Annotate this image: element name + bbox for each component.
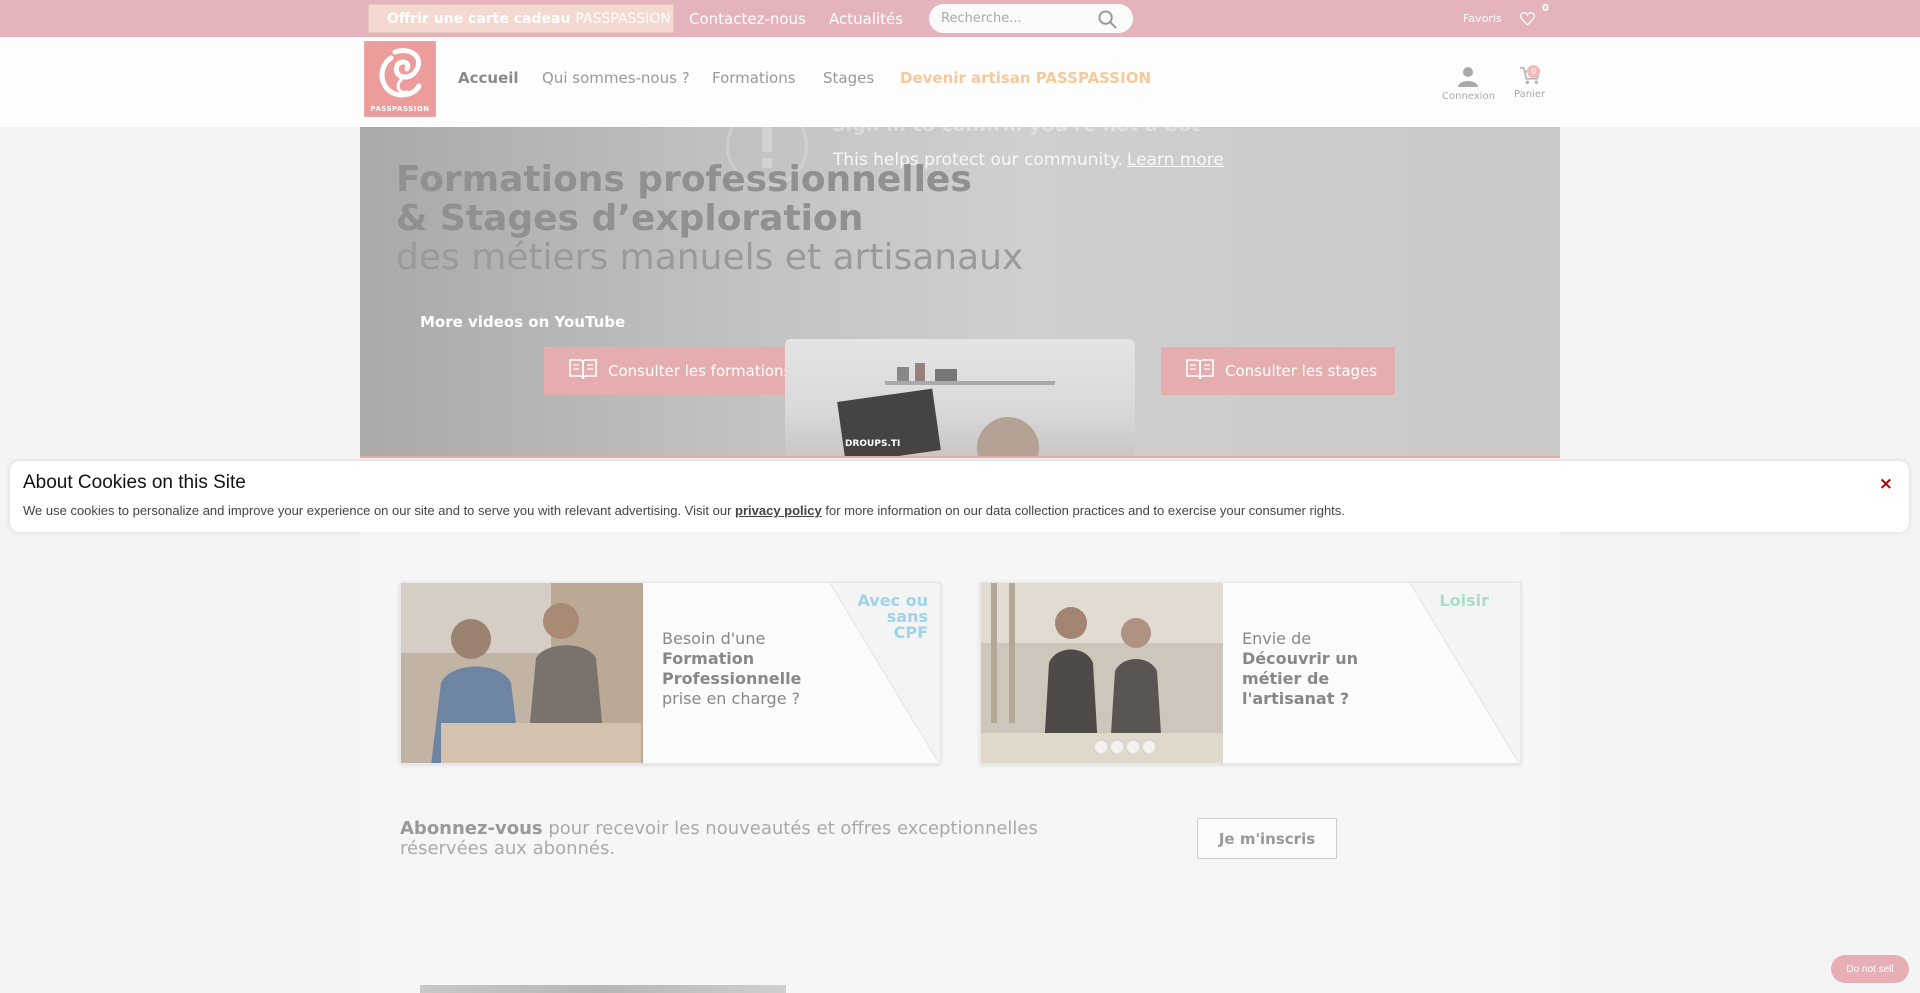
card-line-bold: métier de <box>1242 669 1330 688</box>
cookie-text-before: We use cookies to personalize and improv… <box>23 503 732 518</box>
consult-stages-button[interactable]: Consulter les stages <box>1161 347 1395 395</box>
card-line-bold: Découvrir un <box>1242 649 1359 668</box>
formation-card[interactable]: Avec ou sans CPF Besoin d'une Formation … <box>400 582 941 764</box>
login-button[interactable]: Connexion <box>1442 66 1495 102</box>
consult-formations-button[interactable]: Consulter les formations <box>544 347 812 395</box>
video-object <box>935 369 957 381</box>
favorites-label[interactable]: Favoris <box>1463 12 1502 25</box>
logo[interactable]: PASSPASSION <box>364 41 436 117</box>
card-line-bold: Professionnelle <box>662 669 802 688</box>
close-icon[interactable]: × <box>1879 474 1893 494</box>
book-icon <box>568 357 598 385</box>
cart-count-badge: 0 <box>1527 65 1540 78</box>
search-icon[interactable] <box>1098 10 1117 33</box>
user-icon <box>1458 67 1479 87</box>
formation-card-text: Besoin d'une Formation Professionnelle p… <box>662 629 801 709</box>
newsletter-bold: Abonnez-vous <box>400 818 543 839</box>
heart-icon[interactable] <box>1519 11 1536 30</box>
loisir-tag: Loisir <box>1439 591 1489 610</box>
favorites-count: 0 <box>1542 3 1549 14</box>
card-photo-workshop <box>401 583 643 763</box>
nav-stages[interactable]: Stages <box>823 69 874 87</box>
cookie-text-after: for more information on our data collect… <box>825 503 1345 518</box>
cookie-text: We use cookies to personalize and improv… <box>23 503 1345 518</box>
card-photo-artisans <box>981 583 1223 763</box>
cart-label: Panier <box>1514 89 1546 100</box>
privacy-policy-link[interactable]: privacy policy <box>735 503 822 518</box>
card-line-bold: Formation <box>662 649 755 668</box>
logo-mark-icon <box>379 48 422 98</box>
hero-heading-line1: Formations professionnelles <box>396 159 972 200</box>
leisure-card-text: Envie de Découvrir un métier de l'artisa… <box>1242 629 1358 709</box>
card-diagonal <box>1410 583 1520 763</box>
book-icon <box>1185 357 1215 385</box>
youtube-signin-title: Sign in to confirm you're not a bot <box>832 114 1201 136</box>
nav-qui-sommes-nous[interactable]: Qui sommes-nous ? <box>542 69 690 87</box>
gift-card-brand: PASSPASSION <box>575 10 671 27</box>
video-caption: DROUPS.TI <box>845 439 901 449</box>
video-person <box>977 417 1039 457</box>
login-label: Connexion <box>1442 91 1495 102</box>
card-line: Envie de <box>1242 629 1312 648</box>
bottom-image-strip <box>420 985 786 993</box>
card-line: prise en charge ? <box>662 689 801 708</box>
gift-card-label: Offrir une carte cadeau <box>387 10 571 27</box>
card-line-bold: l'artisanat ? <box>1242 689 1350 708</box>
cpf-tag-line3: CPF <box>893 623 928 642</box>
newsletter-text: Abonnez-vous pour recevoir les nouveauté… <box>400 819 1120 859</box>
more-videos-youtube[interactable]: More videos on YouTube <box>420 313 625 331</box>
do-not-sell-button[interactable]: Do not sell <box>1831 955 1909 983</box>
card-line: Besoin d'une <box>662 629 766 648</box>
video-thumbnail[interactable]: DROUPS.TI <box>785 339 1135 457</box>
nav-formations[interactable]: Formations <box>712 69 796 87</box>
news-link[interactable]: Actualités <box>829 10 903 28</box>
hero-divider <box>360 456 1560 458</box>
leisure-card[interactable]: Loisir Envie de Découvrir un métier de l… <box>980 582 1521 764</box>
gift-card-button[interactable]: Offrir une carte cadeau PASSPASSION <box>368 4 674 33</box>
search-box <box>929 4 1133 33</box>
subscribe-button[interactable]: Je m'inscris <box>1197 818 1337 859</box>
nav-accueil[interactable]: Accueil <box>458 69 519 87</box>
consult-formations-label: Consulter les formations <box>608 362 792 380</box>
search-input[interactable] <box>941 9 1091 28</box>
video-object <box>897 367 909 381</box>
hero-subheading: des métiers manuels et artisanaux <box>396 237 1024 278</box>
cookie-banner: About Cookies on this Site We use cookie… <box>10 461 1909 532</box>
cookie-title: About Cookies on this Site <box>23 472 246 493</box>
video-object <box>915 363 925 381</box>
nav-devenir-artisan[interactable]: Devenir artisan PASSPASSION <box>900 69 1151 87</box>
video-shelf <box>885 381 1055 385</box>
cpf-tag: Avec ou sans CPF <box>857 593 928 641</box>
youtube-learn-more-link[interactable]: Learn more <box>1127 150 1224 170</box>
logo-text: PASSPASSION <box>370 105 430 113</box>
hero-heading-line2: & Stages d’exploration <box>396 198 864 239</box>
consult-stages-label: Consulter les stages <box>1225 362 1378 380</box>
hero-heading: Formations professionnelles & Stages d’e… <box>396 160 972 238</box>
contact-link[interactable]: Contactez-nous <box>689 10 806 28</box>
